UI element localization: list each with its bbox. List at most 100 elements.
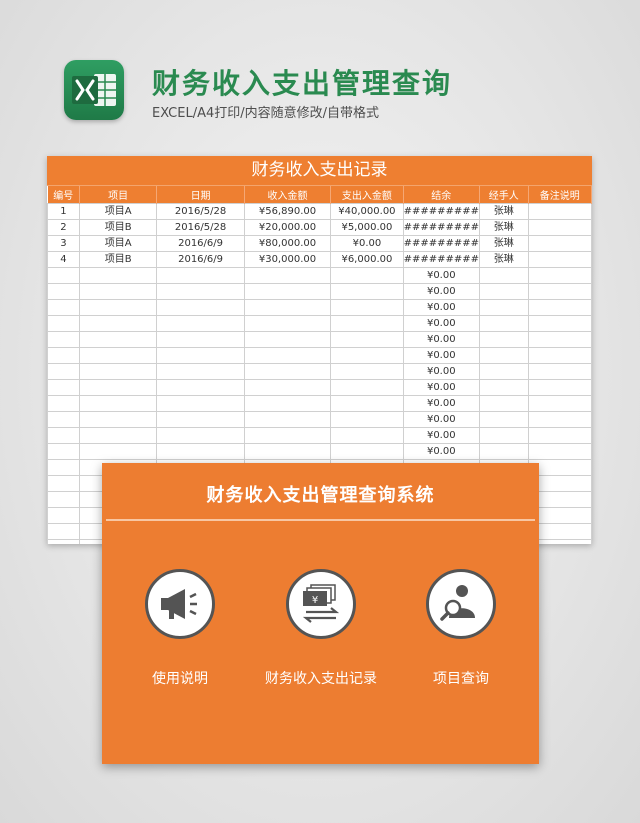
table-cell[interactable]: ¥0.00 <box>402 443 480 460</box>
table-cell[interactable] <box>527 251 592 268</box>
table-cell[interactable] <box>78 379 158 396</box>
table-cell[interactable] <box>78 331 158 348</box>
table-cell[interactable]: ¥0.00 <box>402 395 480 412</box>
table-cell[interactable]: ¥0.00 <box>402 331 480 348</box>
table-cell[interactable] <box>527 379 592 396</box>
table-cell[interactable] <box>47 523 80 540</box>
table-cell[interactable] <box>527 411 592 428</box>
table-cell[interactable] <box>47 507 80 524</box>
table-cell[interactable] <box>78 283 158 300</box>
table-cell[interactable] <box>47 299 80 316</box>
table-cell[interactable]: 2016/5/28 <box>156 219 245 236</box>
table-cell[interactable] <box>478 379 529 396</box>
table-cell[interactable]: 张琳 <box>478 219 529 236</box>
table-cell[interactable] <box>78 411 158 428</box>
table-cell[interactable] <box>527 315 592 332</box>
table-cell[interactable] <box>478 299 529 316</box>
table-cell[interactable]: 项目A <box>78 235 158 252</box>
table-cell[interactable] <box>330 379 404 396</box>
table-cell[interactable] <box>527 395 592 412</box>
table-cell[interactable] <box>478 283 529 300</box>
table-cell[interactable]: ######### <box>402 203 480 220</box>
table-cell[interactable]: ¥5,000.00 <box>330 219 404 236</box>
table-cell[interactable]: 2 <box>47 219 80 236</box>
table-cell[interactable] <box>47 267 80 284</box>
table-cell[interactable]: ¥0.00 <box>402 299 480 316</box>
table-cell[interactable] <box>156 363 245 380</box>
table-cell[interactable] <box>478 315 529 332</box>
project-query-button[interactable] <box>426 569 496 639</box>
table-cell[interactable]: 4 <box>47 251 80 268</box>
table-cell[interactable] <box>243 427 332 444</box>
income-expense-records-label[interactable]: 财务收入支出记录 <box>236 668 406 688</box>
table-cell[interactable] <box>243 331 332 348</box>
table-cell[interactable]: ¥6,000.00 <box>330 251 404 268</box>
table-cell[interactable]: 1 <box>47 203 80 220</box>
table-cell[interactable] <box>156 427 245 444</box>
income-expense-records-button[interactable]: ¥ <box>286 569 356 639</box>
table-cell[interactable] <box>243 379 332 396</box>
table-cell[interactable] <box>527 267 592 284</box>
table-cell[interactable] <box>243 315 332 332</box>
table-cell[interactable] <box>47 363 80 380</box>
table-cell[interactable]: ¥40,000.00 <box>330 203 404 220</box>
table-cell[interactable] <box>156 379 245 396</box>
table-cell[interactable]: ######### <box>402 219 480 236</box>
table-cell[interactable] <box>78 299 158 316</box>
table-cell[interactable] <box>527 235 592 252</box>
table-cell[interactable]: ¥0.00 <box>402 411 480 428</box>
table-cell[interactable]: ¥0.00 <box>330 235 404 252</box>
table-cell[interactable] <box>78 347 158 364</box>
table-cell[interactable] <box>47 283 80 300</box>
table-cell[interactable] <box>78 443 158 460</box>
table-cell[interactable] <box>527 443 592 460</box>
table-cell[interactable] <box>527 283 592 300</box>
table-cell[interactable] <box>478 363 529 380</box>
table-cell[interactable] <box>478 427 529 444</box>
table-cell[interactable] <box>527 219 592 236</box>
table-cell[interactable]: ¥0.00 <box>402 347 480 364</box>
table-cell[interactable] <box>478 411 529 428</box>
table-cell[interactable] <box>330 299 404 316</box>
table-cell[interactable] <box>243 363 332 380</box>
table-cell[interactable] <box>527 427 592 444</box>
table-cell[interactable] <box>330 347 404 364</box>
table-cell[interactable] <box>478 331 529 348</box>
table-cell[interactable] <box>527 363 592 380</box>
table-cell[interactable] <box>243 299 332 316</box>
table-cell[interactable] <box>330 427 404 444</box>
table-cell[interactable] <box>47 491 80 508</box>
table-cell[interactable] <box>330 363 404 380</box>
table-cell[interactable] <box>47 539 80 544</box>
table-cell[interactable] <box>78 363 158 380</box>
table-cell[interactable] <box>243 283 332 300</box>
table-cell[interactable] <box>156 395 245 412</box>
table-cell[interactable]: ¥30,000.00 <box>243 251 332 268</box>
table-cell[interactable] <box>78 267 158 284</box>
table-cell[interactable] <box>330 267 404 284</box>
table-cell[interactable] <box>156 267 245 284</box>
table-cell[interactable]: 2016/6/9 <box>156 235 245 252</box>
table-cell[interactable]: ¥0.00 <box>402 427 480 444</box>
table-cell[interactable] <box>156 411 245 428</box>
table-cell[interactable] <box>243 395 332 412</box>
usage-instructions-label[interactable]: 使用说明 <box>125 668 235 688</box>
table-cell[interactable] <box>478 347 529 364</box>
table-cell[interactable]: 张琳 <box>478 235 529 252</box>
table-cell[interactable]: 项目B <box>78 251 158 268</box>
table-cell[interactable]: ######### <box>402 235 480 252</box>
table-cell[interactable]: ¥0.00 <box>402 379 480 396</box>
table-cell[interactable] <box>47 459 80 476</box>
table-cell[interactable]: 2016/5/28 <box>156 203 245 220</box>
table-cell[interactable]: 项目B <box>78 219 158 236</box>
table-cell[interactable] <box>478 395 529 412</box>
table-cell[interactable] <box>243 347 332 364</box>
table-cell[interactable] <box>156 443 245 460</box>
table-cell[interactable] <box>156 315 245 332</box>
table-cell[interactable] <box>78 315 158 332</box>
table-cell[interactable]: ######### <box>402 251 480 268</box>
table-cell[interactable] <box>527 347 592 364</box>
table-cell[interactable]: ¥0.00 <box>402 315 480 332</box>
table-cell[interactable] <box>330 395 404 412</box>
table-cell[interactable]: 张琳 <box>478 203 529 220</box>
